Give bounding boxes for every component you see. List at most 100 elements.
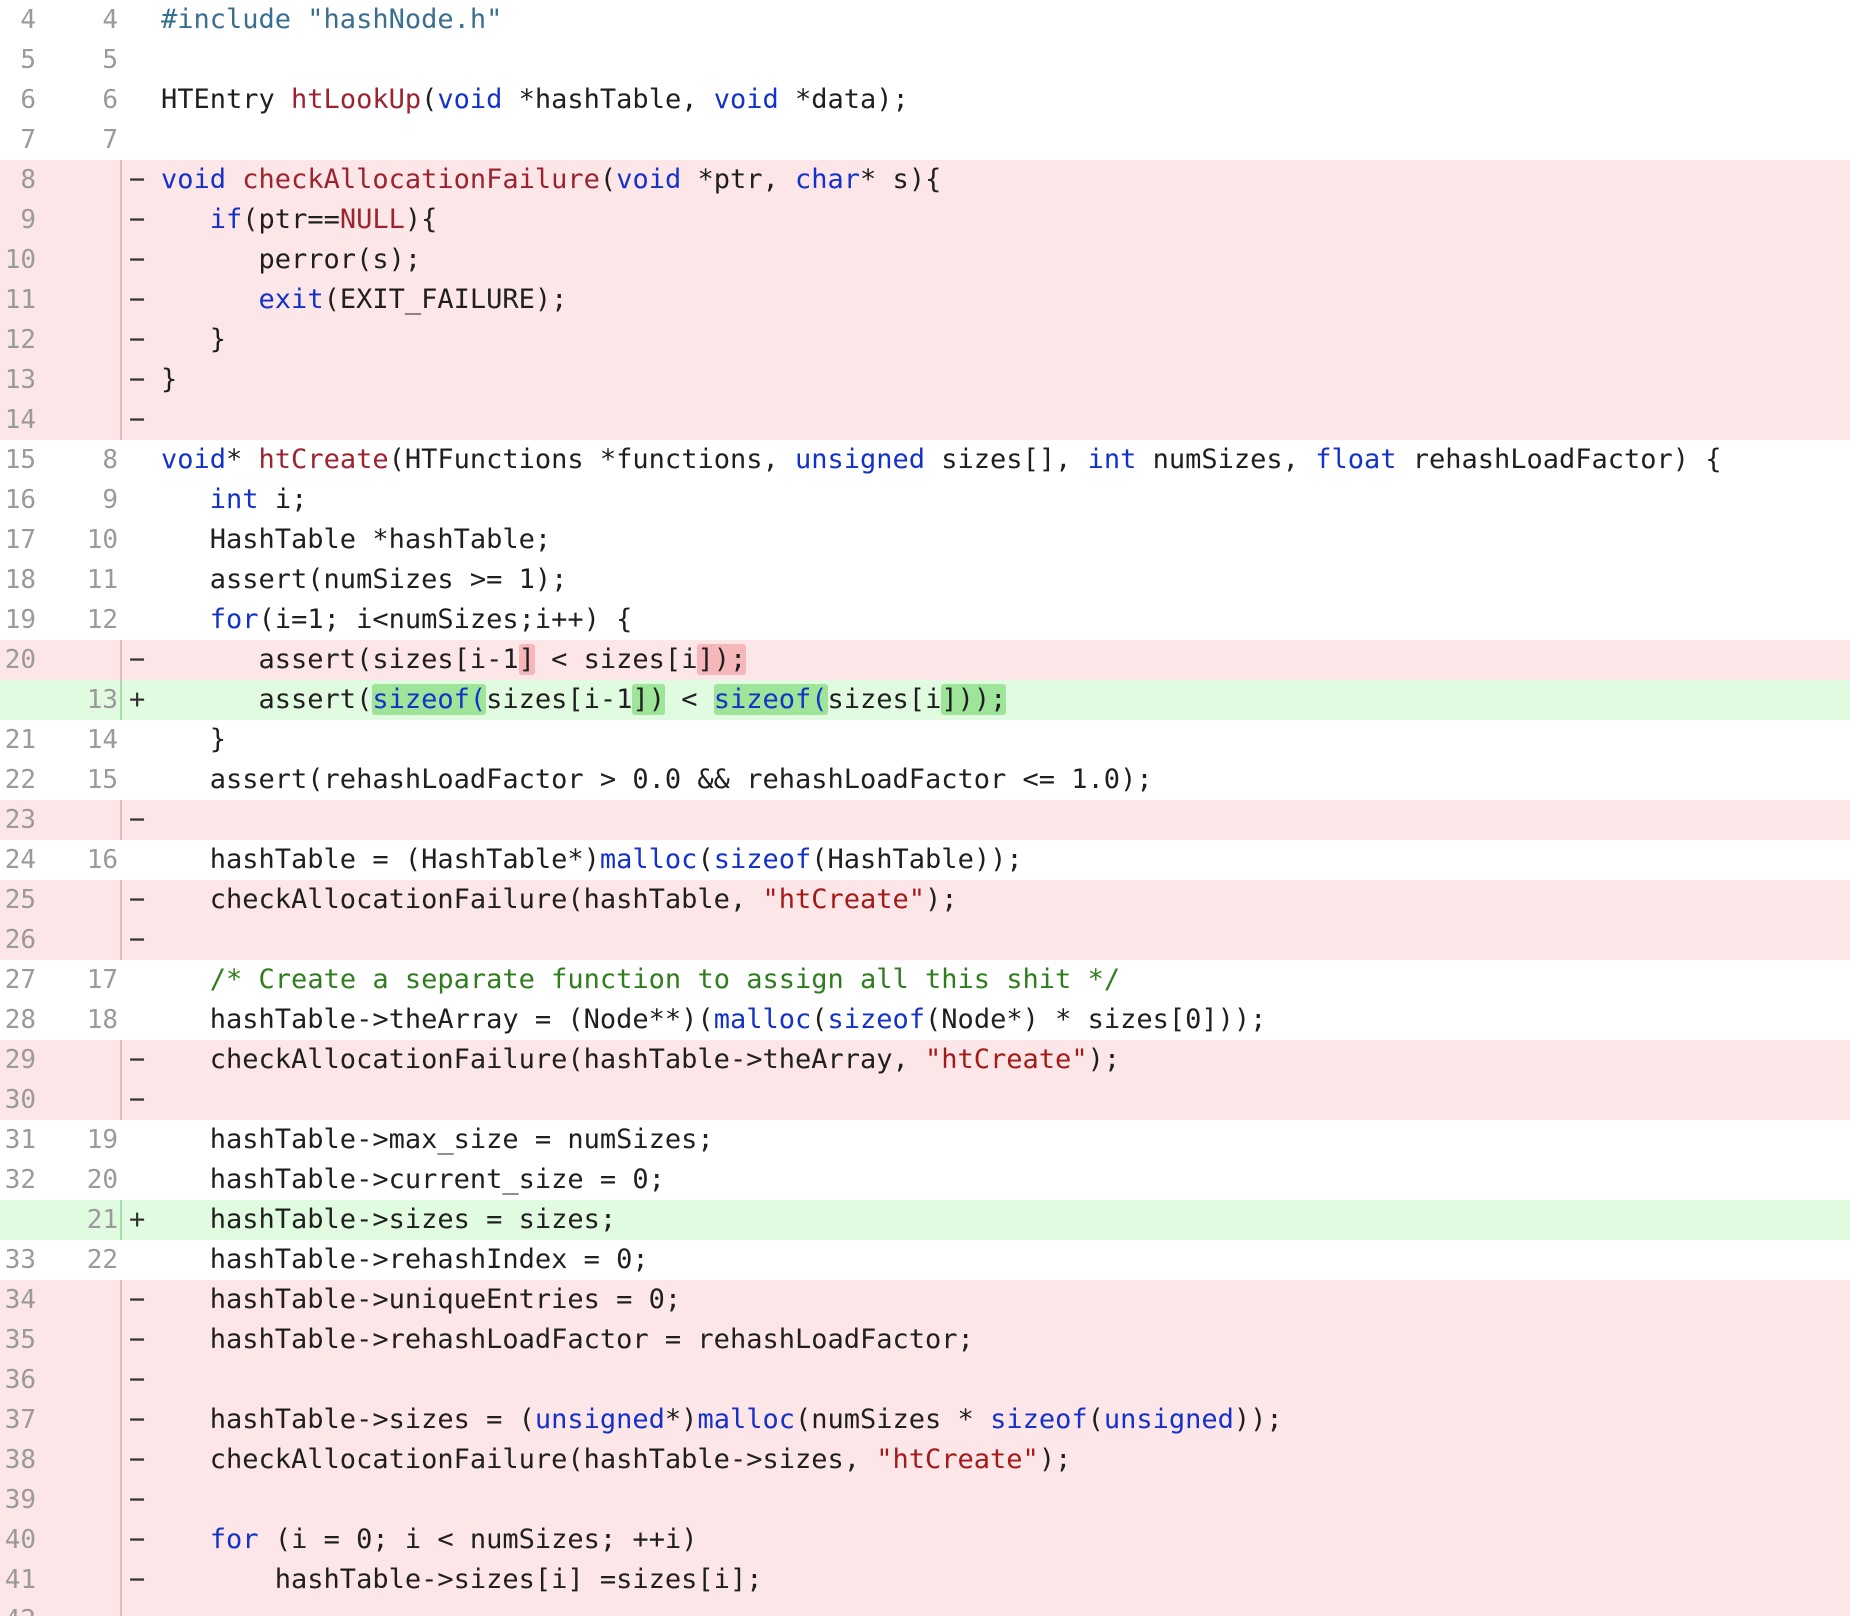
diff-line-removed: 26 − (0, 920, 1850, 960)
code-token: checkAllocationFailure(hashTable, (161, 884, 763, 915)
code-token: float (1315, 444, 1397, 475)
code-token: void (161, 444, 227, 475)
old-line-number: 28 (4, 1005, 36, 1035)
gutter-divider (120, 1600, 122, 1616)
code-token: ]) (632, 684, 665, 715)
removed-marker: − (129, 804, 146, 835)
old-line-number: 8 (20, 165, 36, 195)
code-token: (Node*) * sizes[0])); (925, 1004, 1267, 1035)
code-token: htLookUp (291, 84, 422, 115)
diff-line-removed: 20 − assert(sizes[i-1] < sizes[i]); (0, 640, 1850, 680)
code-token: )); (1233, 1404, 1283, 1435)
old-line-number: 4 (20, 5, 36, 35)
gutter-divider (120, 400, 122, 440)
code-token: numSizes, (1136, 444, 1316, 475)
new-line-number: 19 (86, 1125, 118, 1155)
new-line-number: 12 (86, 605, 118, 635)
code-text: void* htCreate(HTFunctions *functions, u… (161, 440, 1722, 480)
gutter-divider (120, 680, 122, 720)
diff-line-context: 27 17 /* Create a separate function to as… (0, 960, 1850, 1000)
code-text: #include "hashNode.h" (161, 0, 502, 40)
new-line-number (44, 1360, 118, 1400)
removed-marker: − (129, 404, 146, 435)
code-token: hashTable->sizes[i] =sizes[i]; (161, 1564, 763, 1595)
code-token: < sizes[i (534, 644, 698, 675)
code-token: hashTable->rehashLoadFactor = rehashLoad… (161, 1324, 974, 1355)
new-line-number (44, 1280, 118, 1320)
code-text: HashTable *hashTable; (161, 520, 551, 560)
gutter-divider (120, 560, 122, 600)
new-line-number (44, 320, 118, 360)
old-line-number: 32 (4, 1165, 36, 1195)
new-line-number: 17 (86, 965, 118, 995)
removed-marker: − (129, 644, 146, 675)
code-text: hashTable->sizes = (unsigned*)malloc(num… (161, 1400, 1283, 1440)
code-token: malloc (599, 844, 698, 875)
removed-marker: − (129, 1284, 146, 1315)
new-line-number (44, 400, 118, 440)
code-token: checkAllocationFailure (242, 164, 600, 195)
new-line-number (44, 200, 118, 240)
old-line-number: 15 (4, 445, 36, 475)
code-text: checkAllocationFailure(hashTable->theArr… (161, 1040, 1120, 1080)
removed-marker: − (129, 1444, 146, 1475)
new-line-number: 21 (86, 1205, 118, 1235)
diff-line-context: 16 9 int i; (0, 480, 1850, 520)
gutter-divider (120, 1080, 122, 1120)
code-text: assert(rehashLoadFactor > 0.0 && rehashL… (161, 760, 1153, 800)
removed-marker: − (129, 1404, 146, 1435)
removed-marker: − (129, 244, 146, 275)
new-line-number: 6 (102, 85, 118, 115)
code-token: void (616, 164, 682, 195)
code-token: *hashTable, (502, 84, 714, 115)
new-line-number: 18 (86, 1005, 118, 1035)
gutter-divider (120, 1360, 122, 1400)
code-text: exit(EXIT_FAILURE); (161, 280, 568, 320)
diff-line-context: 77 (0, 120, 1850, 160)
code-text: checkAllocationFailure(hashTable->sizes,… (161, 1440, 1072, 1480)
removed-marker: − (129, 1524, 146, 1555)
code-token: ( (811, 1004, 828, 1035)
new-line-number (44, 880, 118, 920)
code-token: int (209, 484, 259, 515)
code-token: malloc (713, 1004, 812, 1035)
code-token: ( (1087, 1404, 1104, 1435)
code-token: ( (421, 84, 438, 115)
code-token: /* Create a separate function to assign … (209, 964, 1121, 995)
gutter-divider (120, 240, 122, 280)
code-token: assert(rehashLoadFactor > 0.0 && rehashL… (161, 764, 1153, 795)
code-token: hashTable->sizes = sizes; (161, 1204, 617, 1235)
code-text: int i; (161, 480, 308, 520)
code-token: ){ (404, 204, 438, 235)
old-line-number: 17 (4, 525, 36, 555)
gutter-divider (120, 1200, 122, 1240)
code-text: hashTable->uniqueEntries = 0; (161, 1280, 681, 1320)
new-line-number: 16 (86, 845, 118, 875)
code-token: sizeof (990, 1404, 1088, 1435)
new-line-number (44, 800, 118, 840)
diff-line-removed: 11 − exit(EXIT_FAILURE); (0, 280, 1850, 320)
code-token: "htCreate" (925, 1044, 1088, 1075)
old-line-number: 40 (4, 1525, 36, 1555)
old-line-number (0, 1200, 36, 1240)
diff-line-context: 22 15 assert(rehashLoadFactor > 0.0 && re… (0, 760, 1850, 800)
gutter-divider (120, 920, 122, 960)
code-text: checkAllocationFailure(hashTable, "htCre… (161, 880, 958, 920)
diff-line-context: 31 19 hashTable->max_size = numSizes; (0, 1120, 1850, 1160)
gutter-divider (120, 440, 122, 480)
code-text: perror(s); (161, 240, 422, 280)
code-token: ] (518, 644, 535, 675)
old-line-number: 27 (4, 965, 36, 995)
old-line-number: 33 (4, 1245, 36, 1275)
code-token: (ptr== (242, 204, 340, 235)
code-token: malloc (697, 1404, 795, 1435)
code-token: *) (664, 1404, 698, 1435)
diff-line-removed: 30 − (0, 1080, 1850, 1120)
diff-line-removed: 29 − checkAllocationFailure(hashTable->th… (0, 1040, 1850, 1080)
diff-line-removed: 42 (0, 1600, 1850, 1616)
code-text: for (i = 0; i < numSizes; ++i) (161, 1520, 698, 1560)
code-token: for (209, 1524, 259, 1555)
code-text: assert(sizes[i-1] < sizes[i]); (161, 640, 747, 680)
